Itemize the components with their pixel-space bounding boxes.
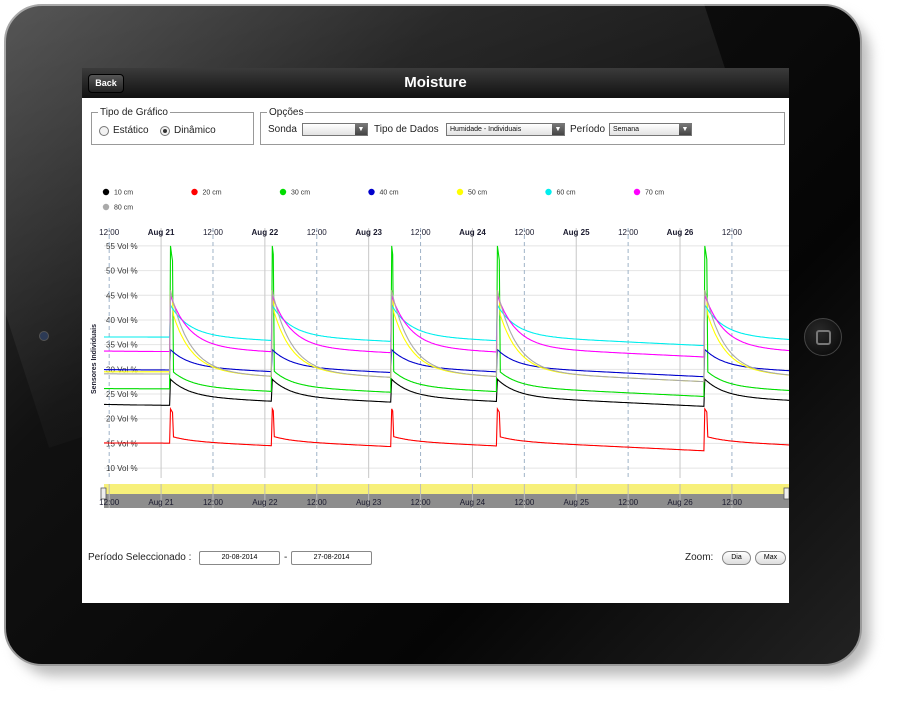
navigator-tick-label: 12:00 xyxy=(99,498,120,507)
legend-label: 50 cm xyxy=(468,190,487,197)
zoom-label: Zoom: xyxy=(685,552,714,563)
series-line-20cm xyxy=(104,406,789,452)
navigator-tick-label: Aug 23 xyxy=(356,498,382,507)
navigator-right-handle xyxy=(783,487,789,500)
radio-static-label: Estático xyxy=(113,125,149,136)
series-line-40cm xyxy=(104,348,789,378)
period-select[interactable]: Semana ▼ xyxy=(609,123,692,136)
period-select-value: Semana xyxy=(613,126,640,133)
y-tick-label: 45 Vol % xyxy=(106,291,138,300)
radio-dynamic[interactable] xyxy=(160,126,170,136)
chevron-down-icon: ▼ xyxy=(679,124,691,135)
start-date-input[interactable]: 20-08-2014 xyxy=(199,551,280,565)
series-line-10cm xyxy=(104,377,789,407)
navigator-tick-label: Aug 21 xyxy=(148,498,174,507)
x-tick-label: 12:00 xyxy=(99,228,120,237)
x-tick-label: 12:00 xyxy=(203,228,224,237)
legend-marker-40cm xyxy=(368,188,375,196)
series-line-80cm xyxy=(104,290,789,383)
chart-svg: 10 cm 20 cm 30 cm 40 cm 50 cm 60 cm 70 cm 80 cm… xyxy=(91,188,789,508)
options-legend: Opções xyxy=(269,107,304,118)
y-tick-label: 10 Vol % xyxy=(106,464,138,473)
sonda-label: Sonda xyxy=(268,124,297,135)
period-label: Período xyxy=(570,124,606,135)
y-tick-label: 55 Vol % xyxy=(106,242,138,251)
x-tick-label: 12:00 xyxy=(411,228,432,237)
app-screen: Moisture Back Tipo de Gráfico Estático D… xyxy=(82,68,789,603)
navigator-tick-label: Aug 25 xyxy=(564,498,590,507)
legend-marker-10cm xyxy=(102,188,110,196)
x-tick-label: Aug 21 xyxy=(148,228,175,237)
x-tick-label: 12:00 xyxy=(618,228,639,237)
legend-marker-70cm xyxy=(633,188,641,196)
radio-static[interactable] xyxy=(99,126,109,136)
navigator-highlight xyxy=(104,484,789,494)
page-title: Moisture xyxy=(404,74,467,91)
data-type-label: Tipo de Dados xyxy=(374,124,439,135)
y-tick-label: 35 Vol % xyxy=(106,341,138,350)
x-tick-label: 12:00 xyxy=(722,228,743,237)
legend-label: 40 cm xyxy=(380,190,399,197)
legend-label: 80 cm xyxy=(114,205,133,212)
legend-label: 10 cm xyxy=(114,190,133,197)
navigator-tick-label: 12:00 xyxy=(411,498,432,507)
legend-marker-50cm xyxy=(456,188,464,196)
x-tick-label: 12:00 xyxy=(307,228,328,237)
legend-label: 70 cm xyxy=(645,190,664,197)
home-button-icon[interactable] xyxy=(804,318,842,356)
date-separator: - xyxy=(284,552,288,563)
zoom-day-button[interactable]: Dia xyxy=(722,551,751,565)
series-line-50cm xyxy=(104,290,789,383)
data-type-select[interactable]: Humidade - Individuais ▼ xyxy=(446,123,565,136)
legend-label: 30 cm xyxy=(291,190,310,197)
radio-dynamic-label: Dinâmico xyxy=(174,125,216,136)
x-tick-label: 12:00 xyxy=(514,228,535,237)
navigator-tick-label: Aug 22 xyxy=(252,498,278,507)
navigator-tick-label: 12:00 xyxy=(203,498,224,507)
chevron-down-icon: ▼ xyxy=(552,124,564,135)
navigator-tick-label: 12:00 xyxy=(618,498,639,507)
y-axis-title: Sensores Individuais xyxy=(91,324,98,394)
selected-period-label: Período Seleccionado : xyxy=(88,552,192,563)
legend-marker-30cm xyxy=(279,188,287,196)
y-tick-label: 15 Vol % xyxy=(106,439,138,448)
chevron-down-icon: ▼ xyxy=(355,124,367,135)
legend-marker-60cm xyxy=(545,188,552,196)
x-tick-label: Aug 25 xyxy=(563,228,590,237)
series-line-60cm xyxy=(103,302,789,347)
y-tick-label: 40 Vol % xyxy=(106,316,138,325)
legend-marker-20cm xyxy=(191,188,198,196)
camera-icon xyxy=(39,331,49,341)
end-date-input[interactable]: 27-08-2014 xyxy=(291,551,372,565)
x-tick-label: Aug 26 xyxy=(667,228,694,237)
navigator-tick-label: 12:00 xyxy=(307,498,328,507)
series-line-30cm xyxy=(104,245,789,398)
navigation-bar: Moisture Back xyxy=(82,68,789,98)
x-tick-label: Aug 23 xyxy=(355,228,382,237)
back-button[interactable]: Back xyxy=(88,74,124,93)
navigator-tick-label: Aug 26 xyxy=(667,498,693,507)
data-type-select-value: Humidade - Individuais xyxy=(450,126,522,133)
y-tick-label: 25 Vol % xyxy=(106,390,138,399)
y-tick-label: 20 Vol % xyxy=(106,415,138,424)
legend-marker-80cm xyxy=(102,203,110,211)
y-tick-label: 50 Vol % xyxy=(106,267,138,276)
series-line-70cm xyxy=(104,295,789,358)
sonda-select[interactable]: ▼ xyxy=(302,123,368,136)
legend-label: 60 cm xyxy=(557,190,576,197)
x-tick-label: Aug 22 xyxy=(252,228,279,237)
chart-type-legend: Tipo de Gráfico xyxy=(100,107,168,118)
x-tick-label: Aug 24 xyxy=(459,228,486,237)
zoom-max-button[interactable]: Max xyxy=(755,551,786,565)
navigator-tick-label: 12:00 xyxy=(514,498,535,507)
navigator-tick-label: 12:00 xyxy=(722,498,743,507)
moisture-chart[interactable]: 10 cm 20 cm 30 cm 40 cm 50 cm 60 cm 70 cm 80 cm… xyxy=(82,178,789,548)
legend-label: 20 cm xyxy=(203,190,222,197)
navigator-tick-label: Aug 24 xyxy=(460,498,486,507)
